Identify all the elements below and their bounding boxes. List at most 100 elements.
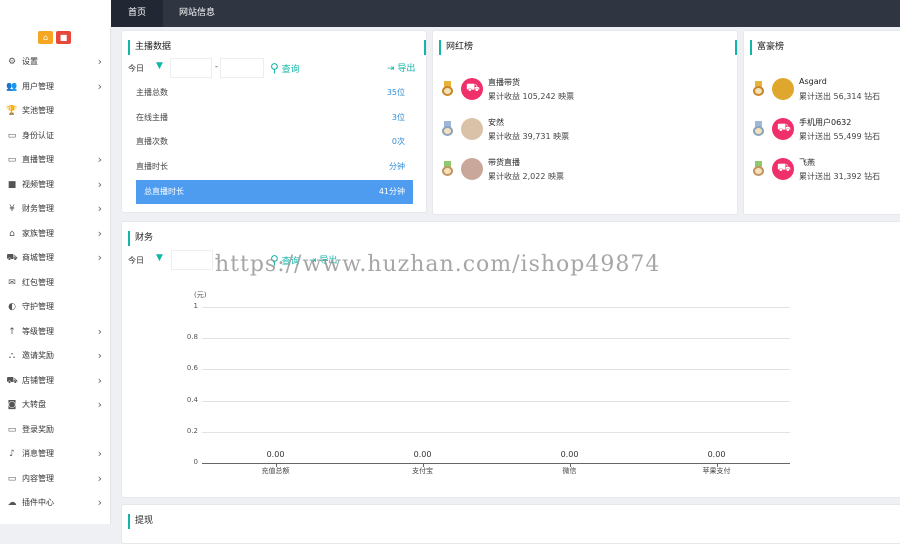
sidebar-item-label: 红包管理 xyxy=(22,277,54,287)
sidebar-item[interactable]: ↑ 等级管理 › xyxy=(0,320,111,345)
avatar: ⛟ xyxy=(772,118,794,140)
watermark-text: https://www.huzhan.com/ishop49874 xyxy=(215,252,661,277)
chevron-right-icon: › xyxy=(97,324,102,338)
export-label: 导出 xyxy=(397,64,416,74)
avatar: ⛟ xyxy=(461,78,483,100)
shield-icon: ◐ xyxy=(8,302,16,312)
range-dropdown-arrow[interactable]: ▼ xyxy=(156,61,163,71)
panel-title: 提现 xyxy=(128,514,900,529)
sidebar-item[interactable]: ⛬ 邀请奖励 › xyxy=(0,344,111,369)
grid-line xyxy=(202,338,790,340)
search-icon: ⚲ xyxy=(270,61,279,75)
sidebar-item-label: 内容管理 xyxy=(22,473,54,483)
y-tick-label: 0.8 xyxy=(186,333,198,342)
date-dash: - xyxy=(215,62,218,71)
sidebar-item-label: 登录奖励 xyxy=(22,424,54,434)
withdraw-panel: 提现 xyxy=(121,504,900,544)
sidebar-item[interactable]: ▭ 登录奖励 xyxy=(0,418,111,443)
chevron-right-icon: › xyxy=(97,251,102,264)
sidebar-item[interactable]: 🏆 奖池管理 xyxy=(0,99,111,124)
start-date-input[interactable] xyxy=(170,58,212,78)
x-tick-label: 微信 xyxy=(562,467,577,475)
chevron-right-icon: › xyxy=(97,349,102,362)
panel-title: 网红榜 xyxy=(439,40,737,55)
medal-icon xyxy=(753,161,764,176)
sidebar-item[interactable]: ⚙ 设置 › xyxy=(0,50,111,75)
gamepad-icon: ◙ xyxy=(7,400,17,410)
sidebar-item-label: 财务管理 xyxy=(22,204,54,213)
bell-icon: ♪ xyxy=(9,449,15,459)
sidebar-item[interactable]: 👥 用户管理 › xyxy=(0,75,111,100)
ranking-stat: 累计送出 31,392 钻石 xyxy=(799,172,881,181)
sitemap-icon: ⛬ xyxy=(8,351,16,361)
lock-shortcut-button[interactable]: ■ xyxy=(56,31,71,44)
y-tick-label: 0.4 xyxy=(186,395,198,404)
anchor-data-panel: 主播数据 今日 ▼ - ⚲ 查询 ⇥ 导出 主播总数 35位 在线主播 3位 直播次… xyxy=(121,30,427,213)
bar-value-label: 0.00 xyxy=(560,450,579,459)
shopping-cart-icon: ⛟ xyxy=(466,81,480,94)
sidebar-item[interactable]: ⌂ 家族管理 › xyxy=(0,222,111,247)
sidebar-item[interactable]: ◙ 大转盘 › xyxy=(0,393,111,418)
celebrity-ranking-panel: 网红榜 ⛟ 直播带货 累计收益 105,242 映票 安然 累计收益 39,731 映票… xyxy=(432,30,738,215)
trophy-icon: 🏆 xyxy=(6,106,18,116)
sidebar-item[interactable]: ▭ 身份认证 xyxy=(0,124,111,149)
bank-icon: ⌂ xyxy=(9,228,15,239)
sidebar-item[interactable]: ▭ 内容管理 › xyxy=(0,467,111,492)
x-tick-label: 支付宝 xyxy=(412,467,433,475)
avatar: ⛟ xyxy=(772,158,794,180)
sidebar-item-label: 视频管理 xyxy=(22,179,54,189)
video-icon: ■ xyxy=(7,179,17,190)
monitor-icon: ▭ xyxy=(7,155,17,165)
shopping-cart-icon: ⛟ xyxy=(777,121,791,134)
end-date-input[interactable] xyxy=(220,58,264,78)
bar-value-label: 0.00 xyxy=(266,450,285,459)
y-tick-label: 0.6 xyxy=(186,364,198,373)
avatar xyxy=(461,118,483,140)
grid-line xyxy=(202,431,790,433)
tab-site-info[interactable]: 网站信息 xyxy=(168,0,226,27)
ranking-name: 带货直播 xyxy=(488,158,520,167)
shop-cart-icon: ⛟ xyxy=(6,375,18,386)
sidebar-item[interactable]: ☁ 插件中心 › xyxy=(0,491,111,516)
sidebar-item[interactable]: ⛟ 商城管理 › xyxy=(0,246,111,271)
sidebar-item[interactable]: ⛟ 店铺管理 › xyxy=(0,369,111,394)
sidebar-item[interactable]: ◐ 守护管理 xyxy=(0,295,111,320)
stat-row: 主播总数 35位 xyxy=(136,88,405,97)
chevron-right-icon: › xyxy=(97,79,102,93)
sidebar-item[interactable]: ■ 视频管理 › xyxy=(0,173,111,198)
ranking-name: 手机用户0632 xyxy=(799,118,852,127)
content-icon: ▭ xyxy=(7,473,17,484)
medal-icon xyxy=(442,161,453,176)
chevron-right-icon: › xyxy=(97,471,102,485)
ranking-stat: 累计收益 39,731 映票 xyxy=(488,132,570,141)
medal-icon xyxy=(442,121,453,136)
panel-title: 主播数据 xyxy=(128,40,426,55)
ranking-stat: 累计收益 2,022 映票 xyxy=(488,172,564,181)
chevron-right-icon: › xyxy=(97,398,102,411)
sidebar-item-label: 插件中心 xyxy=(22,498,54,507)
export-button[interactable]: ⇥ 导出 xyxy=(387,61,415,74)
sidebar-item[interactable]: ♪ 消息管理 › xyxy=(0,442,111,467)
sidebar-item[interactable]: ✉ 红包管理 xyxy=(0,271,111,296)
sidebar-item[interactable]: ▭ 直播管理 › xyxy=(0,148,111,173)
shopping-cart-icon: ⛟ xyxy=(777,161,791,174)
medal-icon xyxy=(442,81,453,96)
search-button[interactable]: ⚲ 查询 xyxy=(270,61,300,75)
avatar xyxy=(772,78,794,100)
sidebar-item[interactable]: ¥ 财务管理 › xyxy=(0,197,111,222)
chevron-right-icon: › xyxy=(97,496,102,509)
cart-icon: ⛟ xyxy=(6,253,18,263)
envelope-icon: ✉ xyxy=(8,277,16,288)
home-shortcut-button[interactable]: ⌂ xyxy=(38,31,53,44)
tab-home[interactable]: 首页 xyxy=(111,0,163,27)
sidebar-item-label: 消息管理 xyxy=(22,449,54,458)
chevron-right-icon: › xyxy=(97,226,102,240)
sidebar-item-label: 身份认证 xyxy=(22,130,54,140)
ranking-stat: 累计送出 55,499 钻石 xyxy=(799,132,881,141)
medal-icon xyxy=(753,81,764,96)
ranking-stat: 累计收益 105,242 映票 xyxy=(488,92,575,101)
screen-icon: ▭ xyxy=(7,424,17,435)
export-icon: ⇥ xyxy=(387,64,395,74)
users-icon: 👥 xyxy=(6,81,18,92)
sidebar-item-label: 家族管理 xyxy=(22,228,54,238)
